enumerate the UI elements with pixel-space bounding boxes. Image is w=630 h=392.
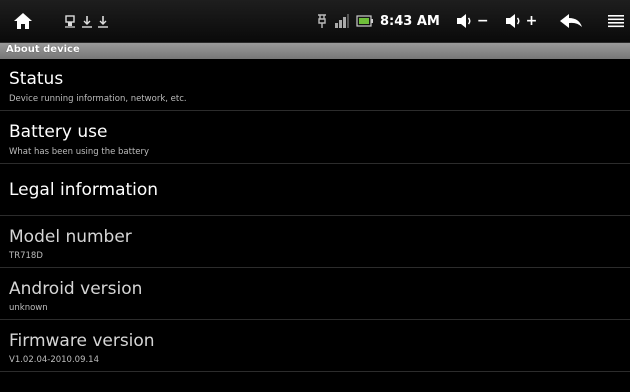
row-title: Firmware version xyxy=(9,331,155,351)
list-item-battery-use[interactable]: Battery use What has been using the batt… xyxy=(0,111,630,164)
row-title: Status xyxy=(9,69,64,89)
download-icon xyxy=(98,16,108,28)
menu-icon xyxy=(608,15,625,28)
volume-down-icon xyxy=(456,14,471,28)
list-item-partial xyxy=(0,372,630,392)
list-item-legal-information[interactable]: Legal information xyxy=(0,164,630,216)
volume-up-label: + xyxy=(525,13,538,29)
row-title: Legal information xyxy=(9,180,159,200)
row-subtitle: unknown xyxy=(9,303,48,313)
row-title: Android version xyxy=(9,279,143,299)
signal-icon xyxy=(335,14,349,28)
page-title: About device xyxy=(6,44,80,55)
row-subtitle: What has been using the battery xyxy=(9,147,150,157)
row-subtitle: Device running information, network, etc… xyxy=(9,94,187,104)
battery-icon xyxy=(356,15,373,27)
row-title: Model number xyxy=(9,227,132,247)
back-button[interactable] xyxy=(559,13,583,29)
list-item-android-version: Android version unknown xyxy=(0,268,630,320)
status-right-group: 8:43 AM − + xyxy=(312,0,630,42)
status-bar: 8:43 AM − + xyxy=(0,0,630,43)
row-title: Battery use xyxy=(9,122,108,142)
list-item-firmware-version: Firmware version V1.02.04-2010.09.14 xyxy=(0,320,630,372)
back-icon xyxy=(560,14,583,28)
menu-button[interactable] xyxy=(607,13,625,29)
row-subtitle: V1.02.04-2010.09.14 xyxy=(9,355,99,365)
notification-icons[interactable] xyxy=(58,0,114,42)
volume-up-icon xyxy=(505,14,520,28)
screen-header: About device xyxy=(0,43,630,59)
download-icon xyxy=(82,16,92,28)
home-button[interactable] xyxy=(6,0,40,42)
volume-up-button[interactable]: + xyxy=(505,13,538,29)
home-icon xyxy=(14,13,32,29)
clock: 8:43 AM xyxy=(380,13,440,29)
volume-down-label: − xyxy=(476,13,489,29)
list-item-status[interactable]: Status Device running information, netwo… xyxy=(0,59,630,111)
volume-down-button[interactable]: − xyxy=(456,13,489,29)
usb-debug-icon xyxy=(318,14,326,28)
list-item-model-number: Model number TR718D xyxy=(0,216,630,268)
usb-icon xyxy=(65,15,75,28)
row-subtitle: TR718D xyxy=(9,251,43,261)
